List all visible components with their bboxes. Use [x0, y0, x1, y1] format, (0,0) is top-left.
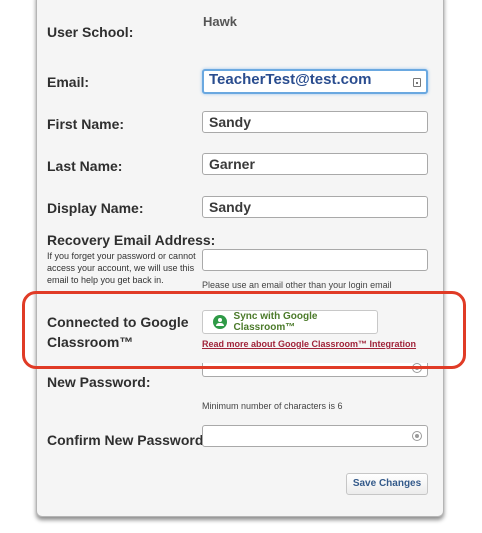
display-name-label: Display Name:	[47, 200, 144, 216]
recovery-email-help: If you forget your password or cannot ac…	[47, 251, 196, 285]
last-name-field[interactable]: Garner	[202, 153, 428, 175]
last-name-value: Garner	[209, 156, 255, 172]
new-password-label: New Password:	[47, 374, 151, 390]
school-value: Hawk	[203, 14, 237, 29]
google-classroom-highlight	[22, 291, 466, 369]
email-value: TeacherTest@test.com	[209, 71, 372, 88]
display-name-field[interactable]: Sandy	[202, 196, 428, 218]
first-name-value: Sandy	[209, 114, 252, 130]
recovery-email-hint: Please use an email other than your logi…	[202, 280, 392, 290]
password-min-hint: Minimum number of characters is 6	[202, 401, 343, 411]
first-name-label: First Name:	[47, 116, 125, 132]
recovery-email-label: Recovery Email Address:	[47, 232, 216, 248]
password-reveal-icon[interactable]	[412, 431, 422, 441]
confirm-password-field[interactable]	[202, 425, 428, 447]
save-changes-button[interactable]: Save Changes	[346, 473, 428, 495]
last-name-label: Last Name:	[47, 158, 123, 174]
first-name-field[interactable]: Sandy	[202, 111, 428, 133]
confirm-password-label: Confirm New Password:	[47, 432, 209, 448]
recovery-email-field[interactable]	[202, 249, 428, 271]
email-field[interactable]: TeacherTest@test.com	[202, 69, 428, 94]
email-label: Email:	[47, 74, 90, 90]
school-label: User School:	[47, 24, 134, 40]
display-name-value: Sandy	[209, 199, 252, 215]
contact-card-icon[interactable]	[413, 78, 421, 87]
